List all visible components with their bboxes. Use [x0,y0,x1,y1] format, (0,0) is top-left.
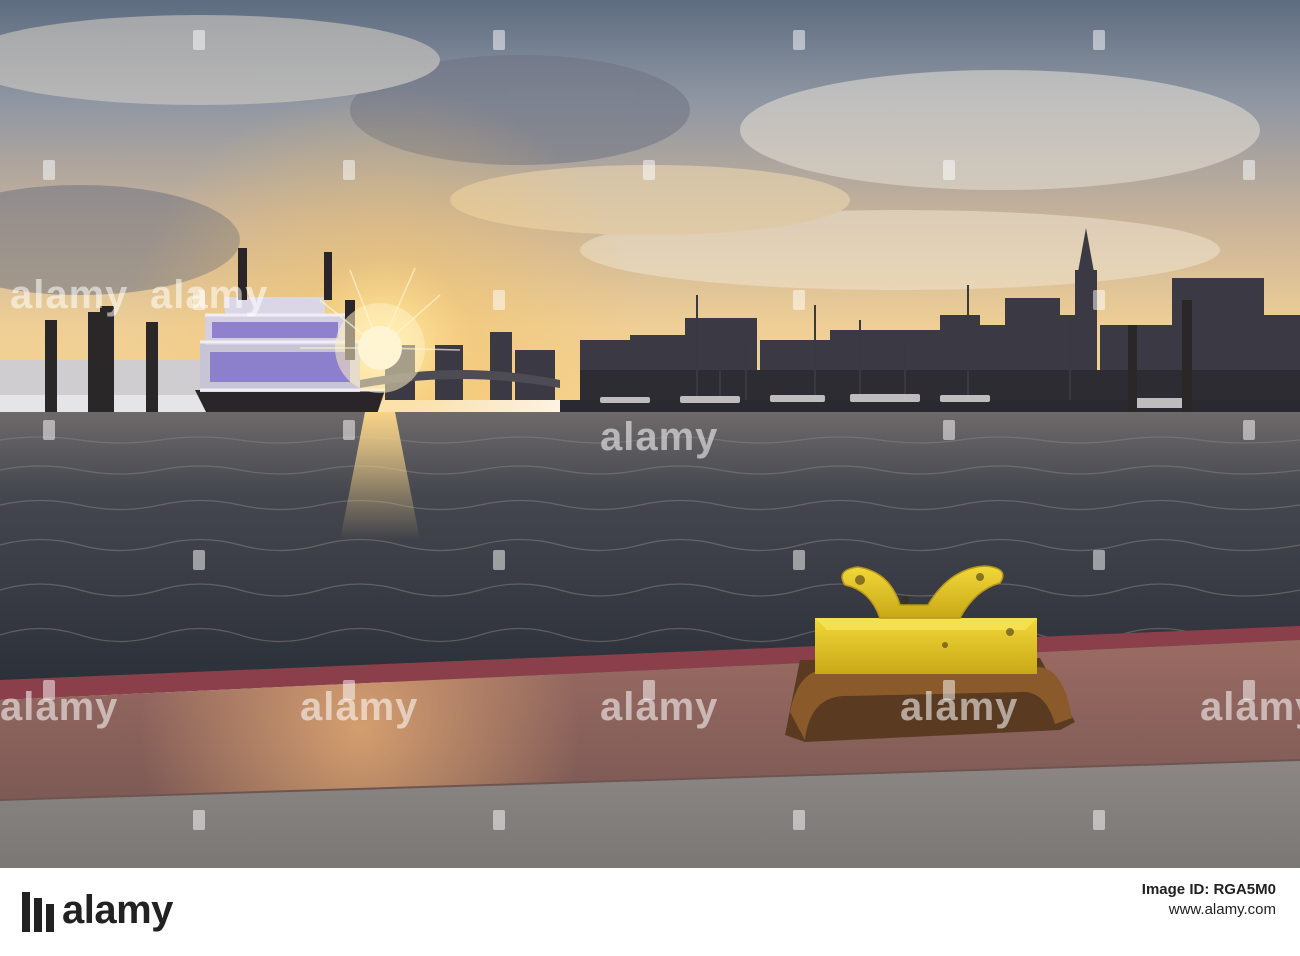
watermark-text: alamy [600,685,718,729]
watermark-text: alamy [900,685,1018,729]
watermark-text: alamy [600,415,718,459]
alamy-logo[interactable] [18,890,58,934]
watermark-text: alamy [150,273,268,317]
watermark-text: alamy [10,273,128,317]
alamy-logo-icon [22,892,54,932]
watermark-text: alamy [300,685,418,729]
website-url[interactable]: www.alamy.com [1142,900,1276,920]
footer-bar: alamy Image ID: RGA5M0 www.alamy.com [0,868,1300,956]
watermark-text: alamy [0,685,118,729]
footer-logo-text[interactable]: alamy [62,888,173,933]
harbour-sunset-photo: alamy alamy alamy alamy alamy alamy alam… [0,0,1300,868]
stock-photo-page: alamy alamy alamy alamy alamy alamy alam… [0,0,1300,956]
watermark-text: alamy [1200,685,1300,729]
image-id: Image ID: RGA5M0 [1141,881,1276,898]
image-info: Image ID: RGA5M0 www.alamy.com [1142,880,1276,920]
